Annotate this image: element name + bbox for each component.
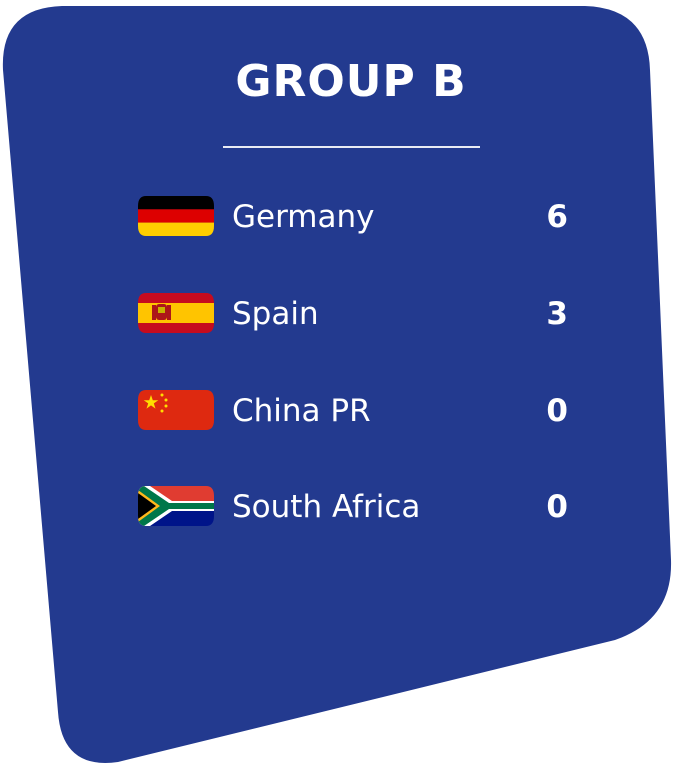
standings-row: Spain 3 — [138, 293, 568, 335]
china-flag-icon — [138, 390, 214, 430]
card-background — [2, 6, 672, 763]
germany-flag-icon — [138, 196, 214, 236]
group-title: GROUP B — [235, 56, 467, 107]
group-card: GROUP B Germany 6 Spain 3 China PR 0 Sou… — [0, 0, 673, 765]
team-name: Germany — [232, 199, 375, 235]
team-name: South Africa — [232, 489, 421, 525]
south-africa-flag-icon — [138, 486, 214, 526]
standings-row: South Africa 0 — [138, 486, 568, 528]
standings-row: Germany 6 — [138, 196, 568, 238]
team-points: 0 — [546, 393, 568, 429]
team-name: China PR — [232, 393, 371, 429]
title-divider — [223, 146, 480, 148]
spain-flag-icon — [138, 293, 214, 333]
team-points: 3 — [546, 296, 568, 332]
team-points: 6 — [546, 199, 568, 235]
standings-row: China PR 0 — [138, 390, 568, 432]
team-points: 0 — [546, 489, 568, 525]
team-name: Spain — [232, 296, 319, 332]
